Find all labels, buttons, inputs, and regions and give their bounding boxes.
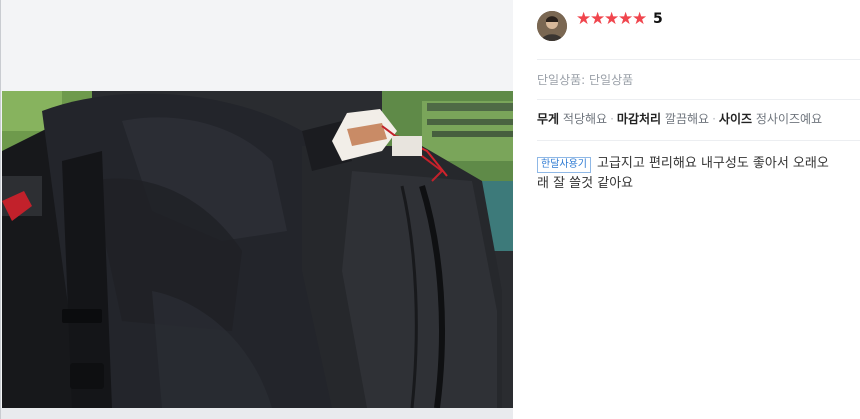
divider (537, 99, 860, 100)
user-avatar-icon[interactable] (537, 11, 567, 41)
photo-viewer (0, 0, 514, 419)
attr-key-weight: 무게 (537, 112, 560, 126)
divider (537, 59, 860, 60)
star-icon: ★ (576, 9, 592, 29)
star-icon: ★ (632, 9, 648, 29)
attr-value-size: 정사이즈예요 (755, 112, 823, 126)
divider (537, 140, 860, 141)
review-photo[interactable] (2, 91, 513, 408)
attr-separator: · (610, 112, 614, 126)
attr-key-size: 사이즈 (718, 112, 753, 126)
attr-value-finish: 깔끔해요 (664, 112, 710, 126)
review-detail-window: ★ ★ ★ ★ ★ 5 단일상품: 단일상품 무게 적당해요 · 마감처리 깔끔해요… (0, 0, 860, 419)
star-rating: ★ ★ ★ ★ ★ 5 (576, 9, 663, 29)
viewer-footer (1, 408, 514, 419)
review-attributes: 무게 적당해요 · 마감처리 깔끔해요 · 사이즈 정사이즈예요 (537, 111, 822, 128)
attr-key-finish: 마감처리 (616, 112, 662, 126)
attr-value-weight: 적당해요 (562, 112, 608, 126)
rating-score: 5 (653, 11, 663, 27)
star-icon: ★ (590, 9, 606, 29)
review-panel: ★ ★ ★ ★ ★ 5 단일상품: 단일상품 무게 적당해요 · 마감처리 깔끔해요… (513, 0, 860, 419)
star-icon: ★ (604, 9, 620, 29)
attr-separator: · (712, 112, 716, 126)
product-option: 단일상품: 단일상품 (537, 73, 634, 87)
usage-period-badge: 한달사용기 (537, 157, 591, 173)
star-icon: ★ (618, 9, 634, 29)
